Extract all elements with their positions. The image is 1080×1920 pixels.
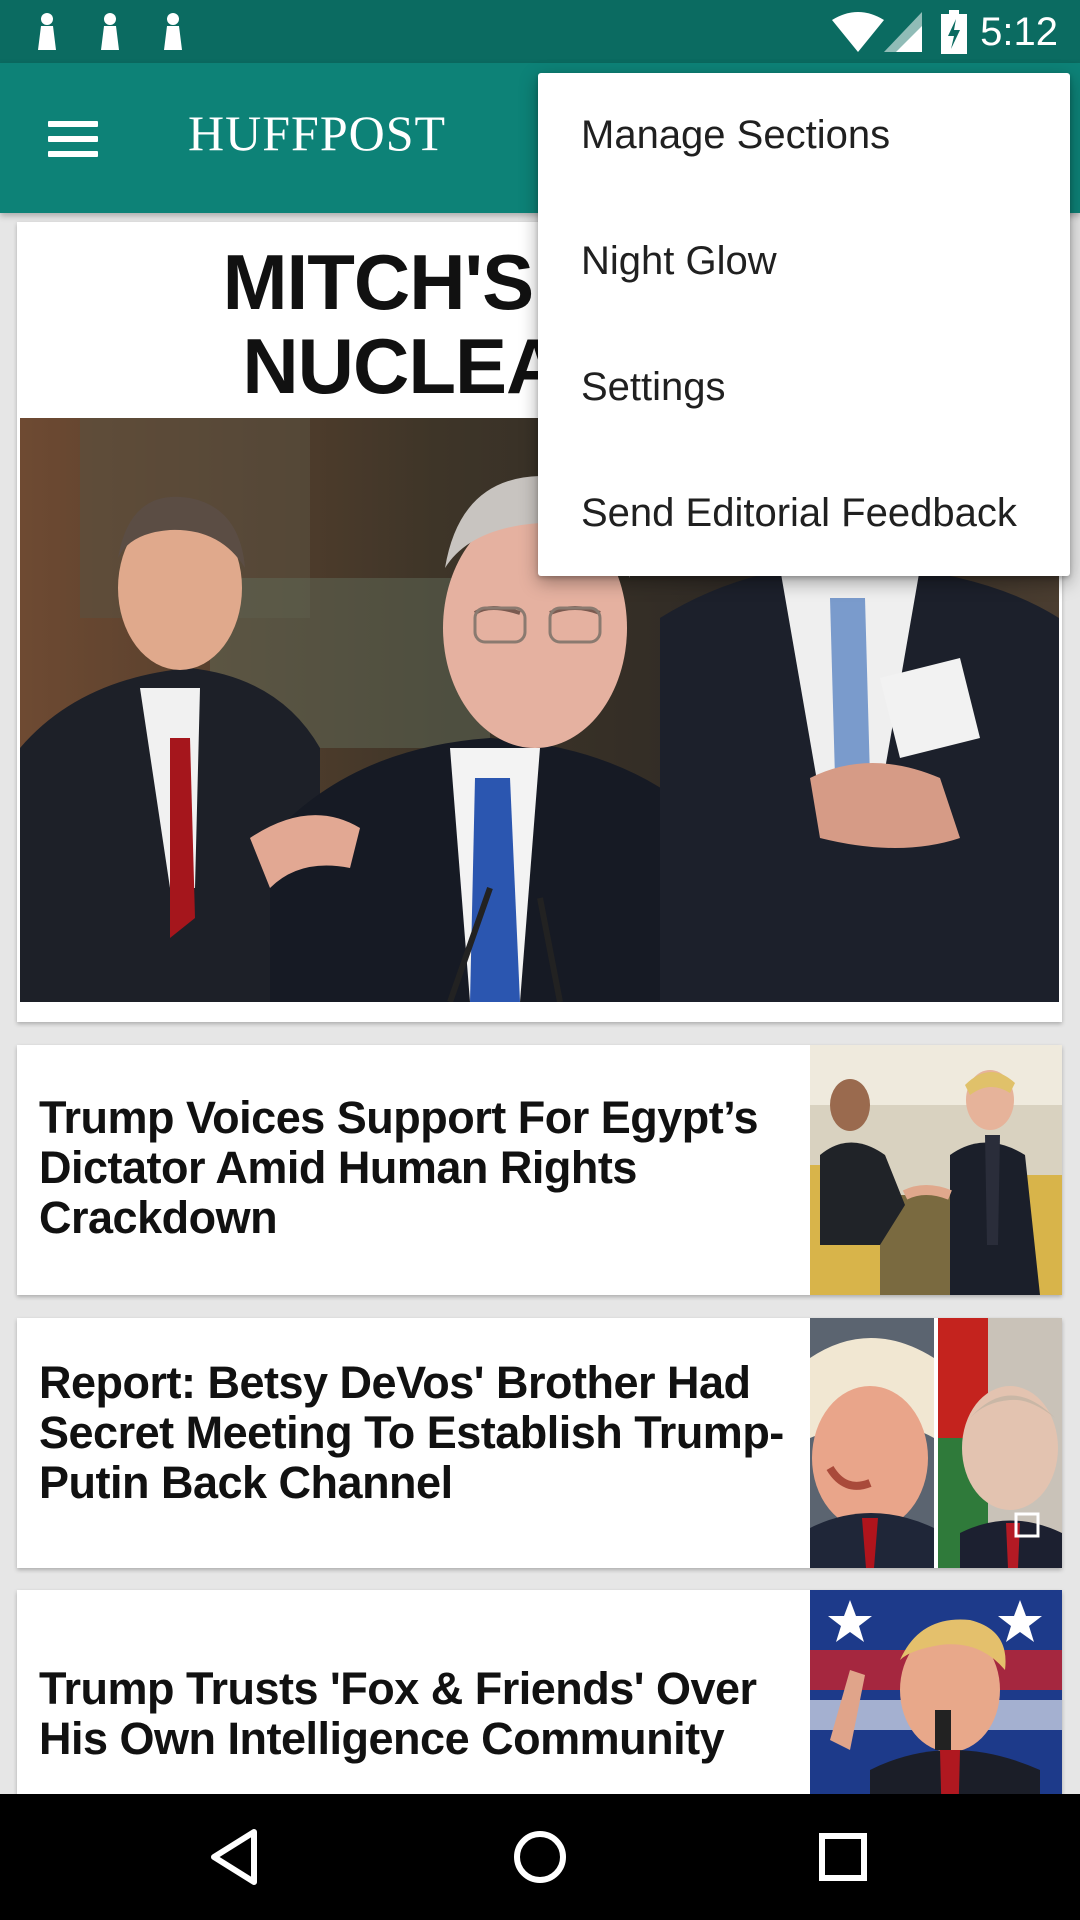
hamburger-menu-icon[interactable] xyxy=(42,117,104,161)
menu-item-settings[interactable]: Settings xyxy=(538,325,1070,451)
navigation-bar xyxy=(0,1794,1080,1920)
story-title: Trump Trusts 'Fox & Friends' Over His Ow… xyxy=(39,1663,757,1764)
back-icon[interactable] xyxy=(200,1822,270,1892)
story-card[interactable]: Trump Voices Support For Egypt’s Dictato… xyxy=(17,1045,1062,1295)
story-title: Trump Voices Support For Egypt’s Dictato… xyxy=(39,1092,759,1243)
story-title: Report: Betsy DeVos' Brother Had Secret … xyxy=(39,1357,784,1508)
wifi-icon xyxy=(832,12,884,52)
cellular-signal-icon xyxy=(884,12,922,52)
notification-icon xyxy=(101,13,119,50)
story-thumbnail xyxy=(810,1045,1062,1295)
home-icon[interactable] xyxy=(505,1822,575,1892)
menu-item-manage-sections[interactable]: Manage Sections xyxy=(538,73,1070,199)
notification-icon xyxy=(164,13,182,50)
story-card[interactable]: Report: Betsy DeVos' Brother Had Secret … xyxy=(17,1318,1062,1568)
story-thumbnail xyxy=(810,1318,1062,1568)
menu-item-send-editorial-feedback[interactable]: Send Editorial Feedback xyxy=(538,451,1070,577)
overflow-menu: Manage Sections Night Glow Settings Send… xyxy=(538,73,1070,576)
status-time: 5:12 xyxy=(980,10,1058,54)
recents-icon[interactable] xyxy=(808,1822,878,1892)
notification-icon xyxy=(38,13,56,50)
battery-charging-icon xyxy=(941,10,967,54)
menu-item-night-glow[interactable]: Night Glow xyxy=(538,199,1070,325)
brand-logo[interactable]: HUFFPOST xyxy=(188,103,446,163)
status-bar: 5:12 xyxy=(0,0,1080,63)
